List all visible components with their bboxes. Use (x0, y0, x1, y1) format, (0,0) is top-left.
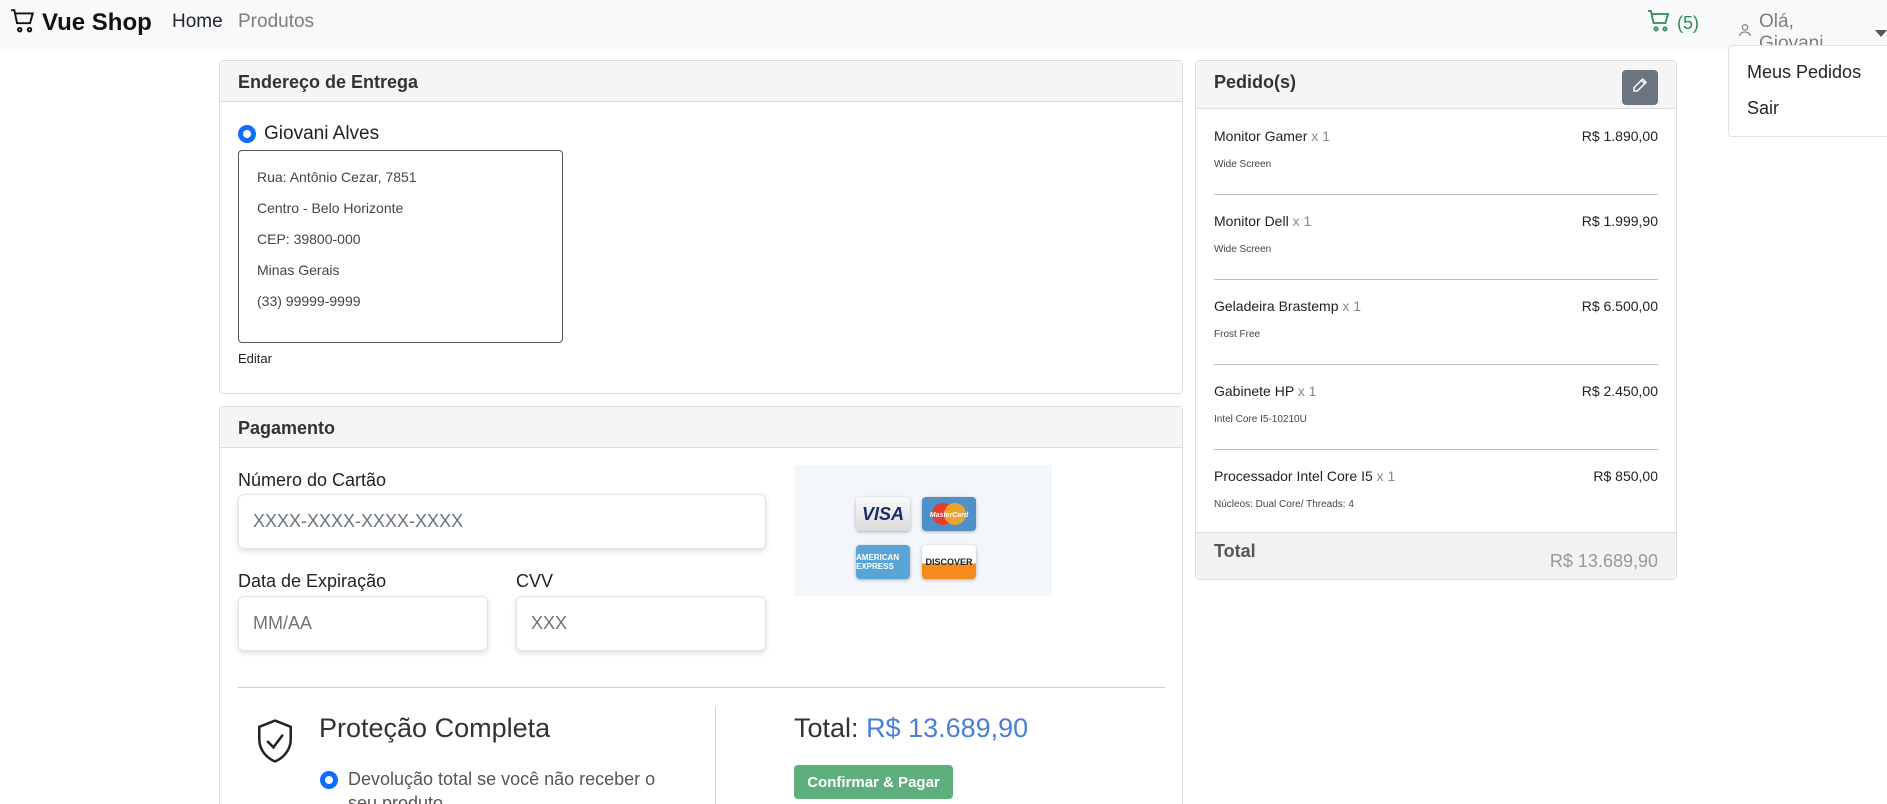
address-name: Giovani Alves (264, 123, 380, 144)
nav-link-home[interactable]: Home (172, 11, 223, 33)
payment-total-value: R$ 13.689,90 (866, 713, 1029, 743)
menu-item-sair[interactable]: Sair (1747, 98, 1779, 119)
order-item-name: Gabinete HP x 1 (1214, 383, 1316, 399)
payment-card: Pagamento Número do Cartão XXXX-XXXX-XXX… (219, 406, 1183, 804)
item-desc: Wide Screen (1214, 244, 1272, 255)
user-icon (1737, 22, 1753, 44)
card-number-label: Número do Cartão (238, 470, 387, 490)
item-name: Monitor Gamer (1214, 128, 1308, 144)
discover-logo: DISCOVER (922, 545, 976, 579)
protection-title: Proteção Completa (319, 713, 551, 743)
shipping-address-title: Endereço de Entrega (220, 61, 1182, 102)
order-item-name: Geladeira Brastemp x 1 (1214, 298, 1361, 314)
item-desc: Frost Free (1214, 329, 1261, 340)
address-box: Rua: Antônio Cezar, 7851 Centro - Belo H… (238, 150, 563, 343)
item-name: Geladeira Brastemp (1214, 298, 1339, 314)
amex-logo: AMERICAN EXPRESS (856, 545, 910, 579)
item-qty: x 1 (1311, 128, 1330, 144)
shield-check-icon (256, 719, 294, 768)
item-name: Gabinete HP (1214, 383, 1294, 399)
item-name: Monitor Dell (1214, 213, 1289, 229)
nav-link-produtos[interactable]: Produtos (238, 11, 314, 33)
brand-name: Vue Shop (42, 9, 152, 36)
mastercard-logo: MasterCard (922, 497, 976, 531)
order-item: Monitor Gamer x 1 Wide Screen R$ 1.890,0… (1214, 110, 1658, 195)
address-line: (33) 99999-9999 (257, 293, 361, 309)
cvv-label: CVV (516, 571, 554, 591)
item-name: Processador Intel Core I5 (1214, 468, 1373, 484)
card-number-input[interactable]: XXXX-XXXX-XXXX-XXXX (238, 494, 766, 549)
order-item-name: Monitor Dell x 1 (1214, 213, 1311, 229)
item-qty: x 1 (1292, 213, 1312, 229)
orders-total-row: Total R$ 13.689,90 (1196, 532, 1676, 579)
refund-text: Devolução total se você não receber o se… (348, 769, 656, 804)
address-radio[interactable] (238, 125, 256, 143)
item-price: R$ 850,00 (1593, 468, 1658, 484)
refund-radio[interactable] (320, 771, 338, 789)
visa-logo: VISA (856, 497, 910, 531)
edit-address-link[interactable]: Editar (238, 351, 272, 366)
vertical-divider (715, 707, 716, 804)
item-desc: Intel Core I5-10210U (1214, 414, 1307, 425)
item-desc: Wide Screen (1214, 159, 1272, 170)
brand-link[interactable]: Vue Shop (10, 8, 152, 38)
expiry-input[interactable]: MM/AA (238, 596, 488, 651)
orders-total-value: R$ 13.689,90 (1549, 551, 1658, 571)
payment-total: Total: R$ 13.689,90 (794, 713, 1028, 744)
order-item: Geladeira Brastemp x 1 Frost Free R$ 6.5… (1214, 280, 1658, 365)
pencil-icon (1632, 77, 1648, 98)
refund-option[interactable]: Devolução total se você não receber o se… (320, 767, 680, 804)
item-qty: x 1 (1297, 383, 1317, 399)
order-item-name: Processador Intel Core I5 x 1 (1214, 468, 1395, 484)
card-brands-image: VISA MasterCard AMERICAN EXPRESS DISCOVE… (794, 465, 1052, 596)
edit-order-button[interactable] (1622, 70, 1658, 105)
order-item: Gabinete HP x 1 Intel Core I5-10210U R$ … (1214, 365, 1658, 450)
shipping-address-card: Endereço de Entrega Giovani Alves Rua: A… (219, 60, 1183, 394)
item-price: R$ 1.890,00 (1581, 128, 1658, 144)
cart-button[interactable]: (5) (1647, 9, 1699, 38)
orders-title: Pedido(s) (1214, 72, 1297, 92)
expiry-label: Data de Expiração (238, 571, 387, 591)
confirm-pay-button[interactable]: Confirmar & Pagar (794, 765, 953, 799)
item-qty: x 1 (1376, 468, 1396, 484)
address-line: CEP: 39800-000 (257, 231, 361, 247)
divider (238, 687, 1165, 688)
cvv-input[interactable]: XXX (516, 596, 766, 651)
user-dropdown-menu: Meus Pedidos Sair (1728, 45, 1887, 137)
item-price: R$ 1.999,90 (1581, 213, 1658, 229)
address-line: Centro - Belo Horizonte (257, 200, 404, 216)
orders-total-label: Total (1214, 541, 1256, 561)
cart-icon (1647, 9, 1671, 38)
address-line: Minas Gerais (257, 262, 340, 278)
cart-icon (10, 8, 36, 39)
address-option[interactable]: Giovani Alves (238, 123, 379, 145)
navbar: Vue Shop Home Produtos (5) Olá, Giovani (0, 0, 1887, 54)
caret-down-icon (1875, 29, 1887, 37)
orders-header: Pedido(s) (1196, 61, 1676, 109)
item-price: R$ 6.500,00 (1581, 298, 1658, 314)
mastercard-text: MasterCard (930, 512, 969, 519)
address-line: Rua: Antônio Cezar, 7851 (257, 169, 417, 185)
item-price: R$ 2.450,00 (1581, 383, 1658, 399)
payment-total-label: Total: (794, 713, 859, 743)
order-item: Processador Intel Core I5 x 1 Núcleos: D… (1214, 450, 1658, 535)
item-desc: Núcleos: Dual Core/ Threads: 4 (1214, 499, 1354, 510)
order-item: Monitor Dell x 1 Wide Screen R$ 1.999,90 (1214, 195, 1658, 280)
payment-title: Pagamento (220, 407, 1182, 448)
order-item-name: Monitor Gamer x 1 (1214, 128, 1330, 144)
item-qty: x 1 (1342, 298, 1362, 314)
cart-count: (5) (1677, 13, 1699, 33)
orders-card: Pedido(s) Monitor Gamer x 1 Wide Screen … (1195, 60, 1677, 580)
menu-item-meus-pedidos[interactable]: Meus Pedidos (1747, 62, 1861, 83)
